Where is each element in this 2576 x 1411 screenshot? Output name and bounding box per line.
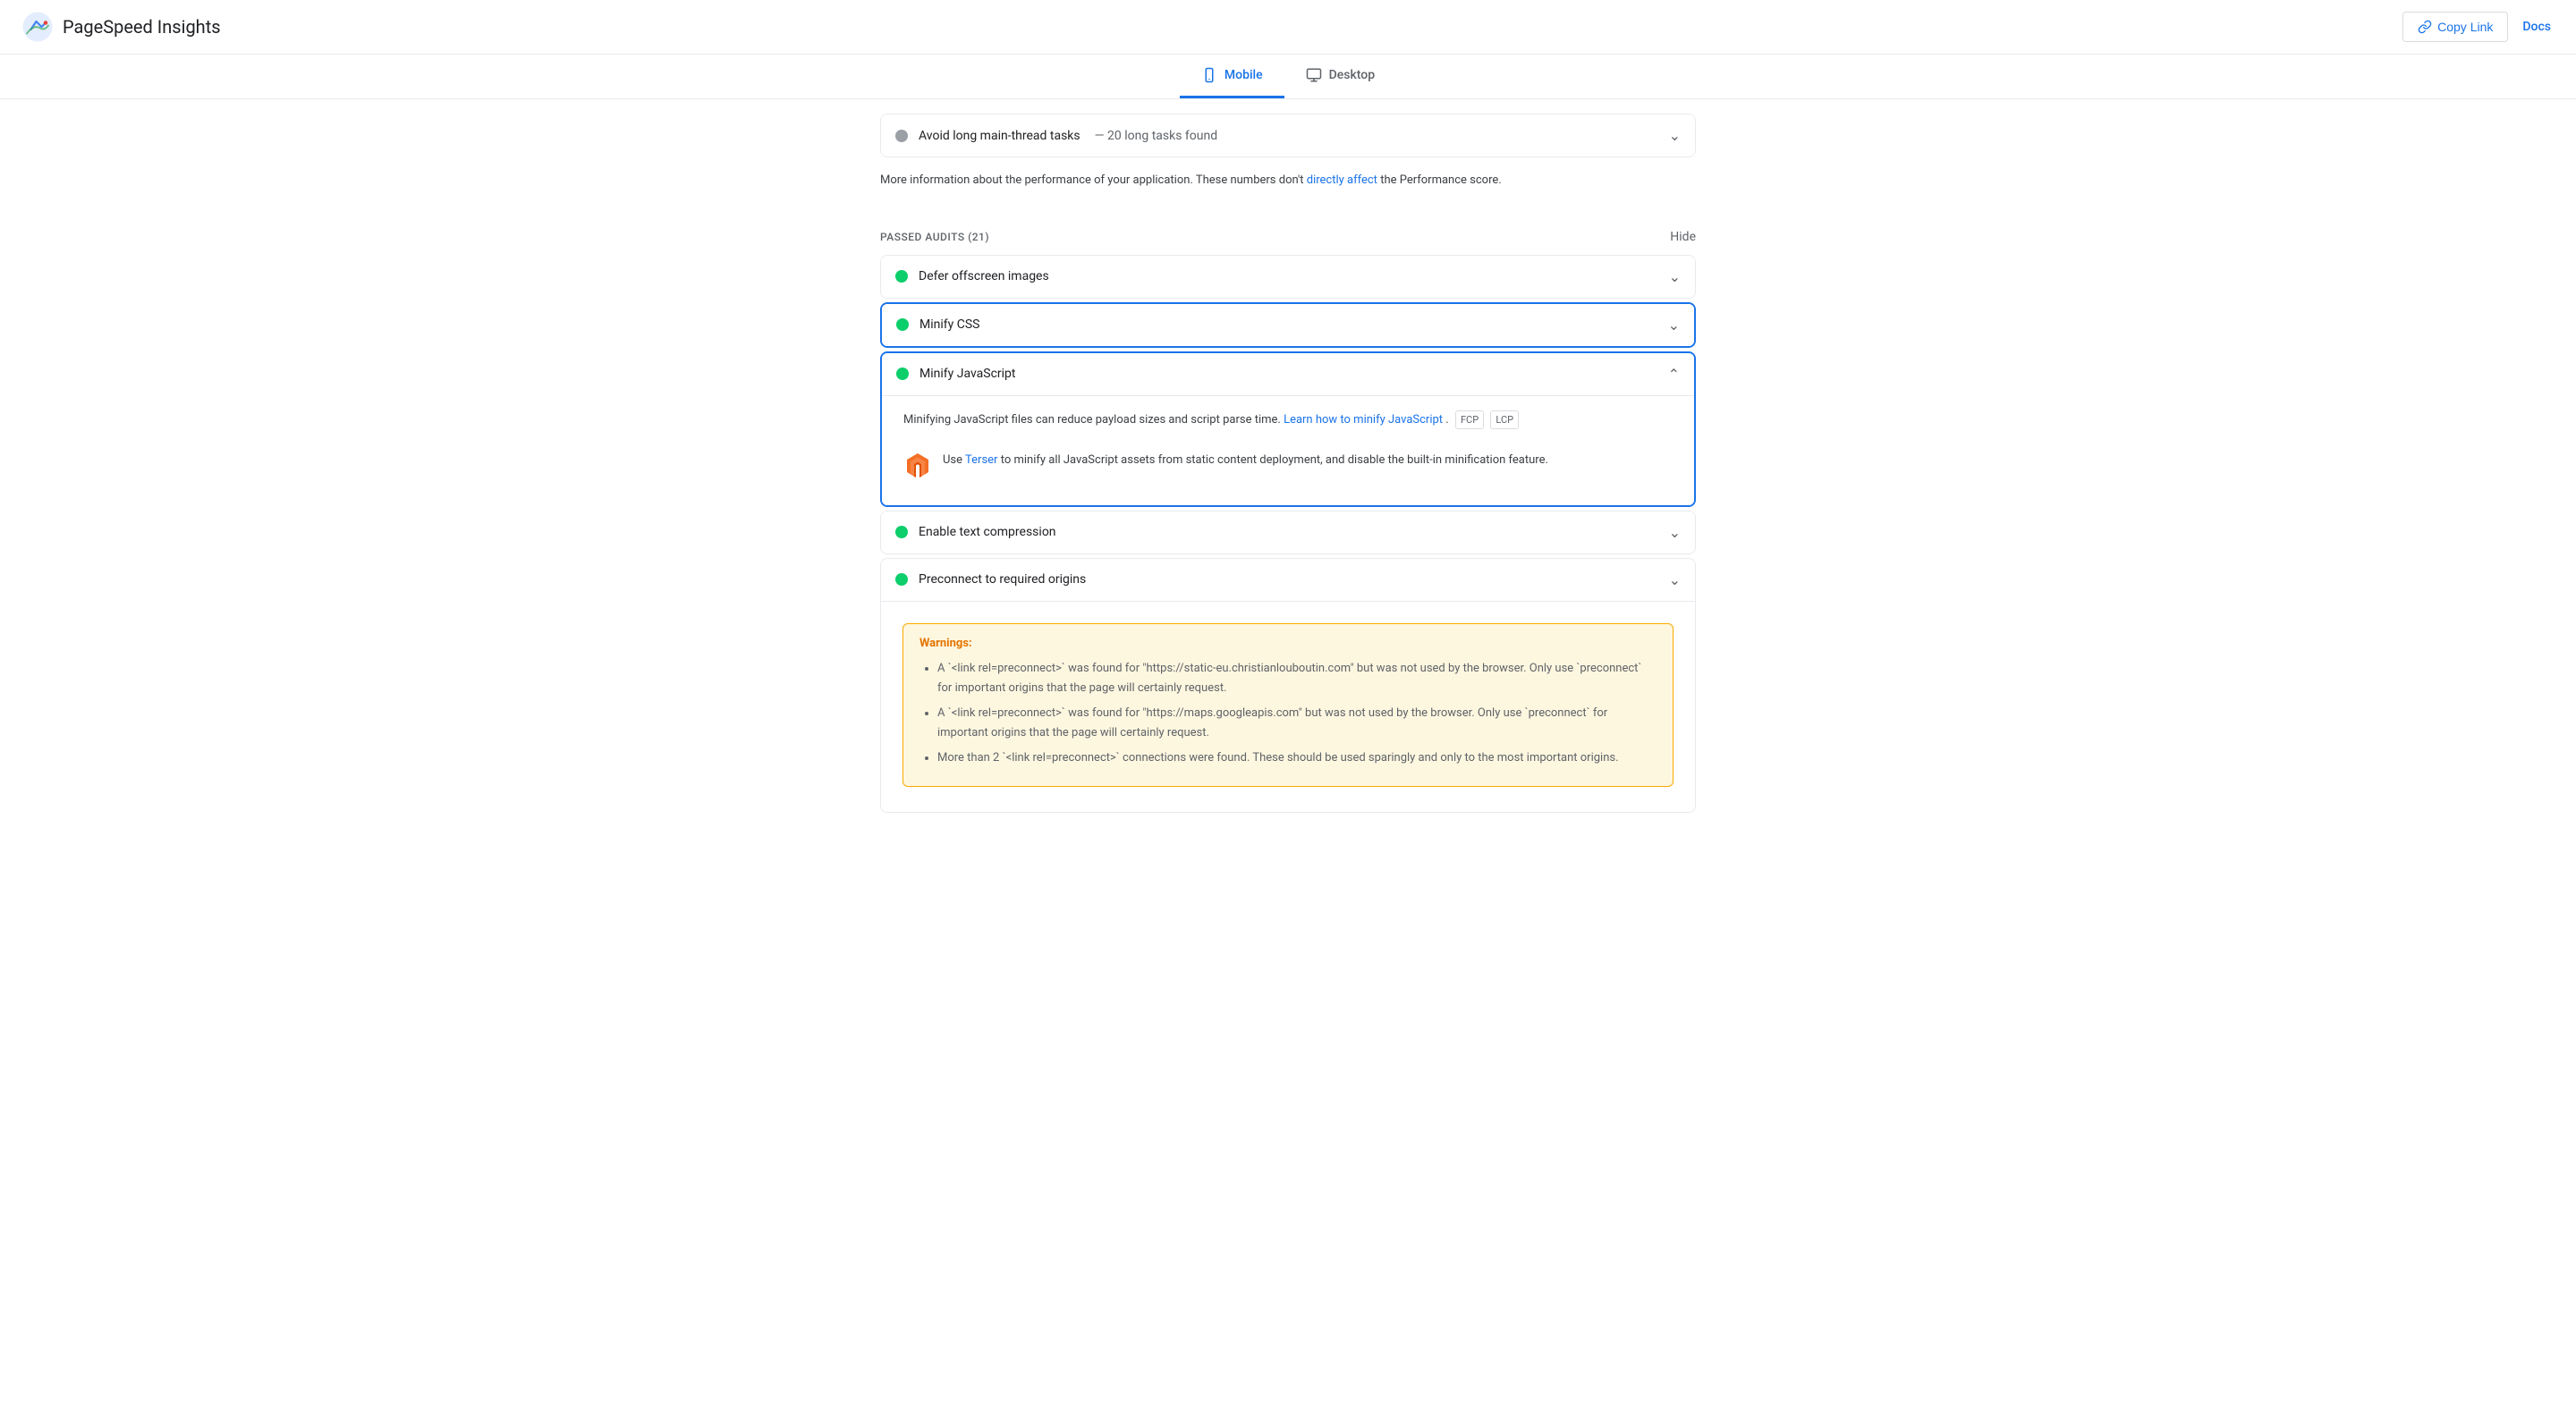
audit-header-left-js: Minify JavaScript: [896, 367, 1016, 381]
warning-item-1: A `<link rel=preconnect>` was found for …: [937, 659, 1657, 698]
info-text-before: More information about the performance o…: [880, 173, 1304, 187]
magento-icon: [903, 452, 932, 480]
directly-affect-link[interactable]: directly affect: [1307, 173, 1377, 187]
chevron-down-icon-css: ⌄: [1668, 317, 1680, 334]
chevron-down-icon-text: ⌄: [1669, 524, 1681, 541]
tab-desktop-label: Desktop: [1329, 68, 1375, 82]
audit-header-left-text: Enable text compression: [895, 525, 1056, 539]
chevron-down-icon-defer: ⌄: [1669, 268, 1681, 285]
audit-dot-preconnect: [895, 573, 908, 586]
audit-dot-defer-offscreen: [895, 270, 908, 283]
suggestion-row-magento: Use Terser to minify all JavaScript asse…: [903, 444, 1673, 487]
logo-text: PageSpeed Insights: [63, 16, 221, 38]
tab-desktop[interactable]: Desktop: [1284, 55, 1396, 98]
audit-title-defer-offscreen: Defer offscreen images: [919, 269, 1049, 283]
audit-description-minify-js: Minifying JavaScript files can reduce pa…: [903, 410, 1673, 430]
chevron-down-icon: ⌄: [1669, 127, 1681, 144]
main-content: Avoid long main-thread tasks — 20 long t…: [859, 114, 1717, 852]
audit-item-main-thread: Avoid long main-thread tasks — 20 long t…: [880, 114, 1696, 157]
audit-header-left-defer: Defer offscreen images: [895, 269, 1049, 283]
learn-minify-link[interactable]: Learn how to minify JavaScript: [1284, 413, 1443, 427]
pagespeed-logo-icon: [21, 11, 54, 43]
audit-item-defer-offscreen: Defer offscreen images ⌄: [880, 255, 1696, 299]
warnings-box: Warnings: A `<link rel=preconnect>` was …: [902, 623, 1674, 787]
copy-link-button[interactable]: Copy Link: [2402, 12, 2508, 42]
desktop-icon: [1306, 67, 1322, 83]
audit-header-minify-js[interactable]: Minify JavaScript ⌃: [882, 353, 1694, 395]
mobile-icon: [1201, 67, 1217, 83]
page-header: PageSpeed Insights Copy Link Docs: [0, 0, 2576, 55]
audit-item-minify-js: Minify JavaScript ⌃ Minifying JavaScript…: [880, 351, 1696, 507]
fcp-tag: FCP: [1455, 410, 1484, 430]
audit-header-left: Avoid long main-thread tasks — 20 long t…: [895, 129, 1217, 143]
link-icon: [2418, 20, 2432, 34]
warning-item-2: A `<link rel=preconnect>` was found for …: [937, 704, 1657, 743]
audit-title-minify-css: Minify CSS: [919, 317, 979, 332]
description-text-after: .: [1445, 413, 1448, 427]
warnings-list: A `<link rel=preconnect>` was found for …: [919, 659, 1657, 768]
audit-header-main-thread[interactable]: Avoid long main-thread tasks — 20 long t…: [881, 114, 1695, 156]
passed-audits-title: PASSED AUDITS (21): [880, 231, 989, 243]
audit-status-dot-grey: [895, 130, 908, 142]
audit-dot-minify-css: [896, 318, 909, 331]
audit-item-preconnect: Preconnect to required origins ⌄ Warning…: [880, 558, 1696, 813]
suggestion-use-text: Use: [943, 453, 962, 467]
audit-content-preconnect: Warnings: A `<link rel=preconnect>` was …: [881, 601, 1695, 812]
tab-mobile[interactable]: Mobile: [1180, 55, 1284, 98]
audit-dot-text-compression: [895, 526, 908, 538]
audit-title-text-compression: Enable text compression: [919, 525, 1056, 539]
copy-link-label: Copy Link: [2437, 20, 2493, 34]
warnings-title: Warnings:: [919, 637, 1657, 650]
header-actions: Copy Link Docs: [2402, 12, 2555, 42]
audit-content-minify-js: Minifying JavaScript files can reduce pa…: [882, 395, 1694, 505]
tab-bar: Mobile Desktop: [0, 55, 2576, 99]
suggestion-text-rest: to minify all JavaScript assets from sta…: [1001, 453, 1548, 467]
audit-header-defer-offscreen[interactable]: Defer offscreen images ⌄: [881, 256, 1695, 298]
audit-header-left-css: Minify CSS: [896, 317, 979, 332]
audit-item-minify-css: Minify CSS ⌄: [880, 302, 1696, 348]
terser-link[interactable]: Terser: [965, 453, 997, 467]
audit-header-text-compression[interactable]: Enable text compression ⌄: [881, 511, 1695, 553]
warning-item-3: More than 2 `<link rel=preconnect>` conn…: [937, 748, 1657, 768]
audit-item-text-compression: Enable text compression ⌄: [880, 511, 1696, 554]
suggestion-text-magento: Use Terser to minify all JavaScript asse…: [943, 452, 1548, 470]
docs-link[interactable]: Docs: [2519, 13, 2555, 41]
audit-header-minify-css[interactable]: Minify CSS ⌄: [882, 304, 1694, 346]
chevron-up-icon-js: ⌃: [1668, 366, 1680, 383]
audit-header-preconnect[interactable]: Preconnect to required origins ⌄: [881, 559, 1695, 601]
audit-title-main-thread: Avoid long main-thread tasks: [919, 129, 1080, 143]
tab-mobile-label: Mobile: [1224, 68, 1263, 82]
hide-button[interactable]: Hide: [1670, 230, 1696, 244]
passed-audits-header: PASSED AUDITS (21) Hide: [880, 212, 1696, 255]
audit-title-minify-js: Minify JavaScript: [919, 367, 1016, 381]
audit-dot-minify-js: [896, 368, 909, 380]
logo-area: PageSpeed Insights: [21, 11, 221, 43]
info-text-after: the Performance score.: [1380, 173, 1502, 187]
description-text-before: Minifying JavaScript files can reduce pa…: [903, 413, 1281, 427]
info-section: More information about the performance o…: [880, 161, 1696, 212]
lcp-tag: LCP: [1490, 410, 1519, 430]
audit-subtitle-main-thread: — 20 long tasks found: [1095, 129, 1217, 143]
audit-title-preconnect: Preconnect to required origins: [919, 572, 1086, 587]
chevron-down-icon-preconnect: ⌄: [1669, 571, 1681, 588]
audit-header-left-preconnect: Preconnect to required origins: [895, 572, 1086, 587]
